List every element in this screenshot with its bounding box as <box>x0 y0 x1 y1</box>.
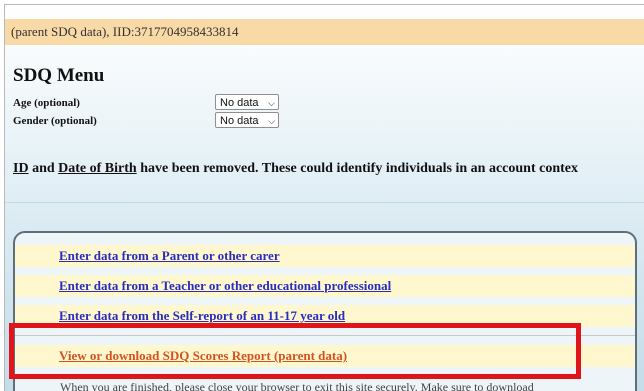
notice-dob: Date of Birth <box>58 161 137 176</box>
privacy-notice: ID and Date of Birth have been removed. … <box>13 161 578 177</box>
menu-row-teacher: Enter data from a Teacher or other educa… <box>15 275 635 297</box>
chevron-down-icon: ⌵ <box>268 98 275 108</box>
gender-select-value: No data <box>220 115 259 127</box>
menu-row-parent: Enter data from a Parent or other carer <box>15 245 635 267</box>
notice-id: ID <box>13 161 29 176</box>
highlight-box <box>9 323 581 379</box>
banner-text: (parent SDQ data), IID:3717704958433814 <box>11 24 239 39</box>
self-report-link[interactable]: Enter data from the Self-report of an 11… <box>59 308 345 324</box>
teacher-data-link[interactable]: Enter data from a Teacher or other educa… <box>59 278 391 294</box>
record-banner: (parent SDQ data), IID:3717704958433814 <box>5 19 644 45</box>
age-select-value: No data <box>220 97 259 109</box>
divider <box>5 202 644 203</box>
age-label: Age (optional) <box>13 97 80 109</box>
gender-select[interactable]: No data ⌵ <box>215 112 279 128</box>
browser-content: (parent SDQ data), IID:3717704958433814 … <box>4 4 644 391</box>
notice-and: and <box>28 161 59 176</box>
parent-data-link[interactable]: Enter data from a Parent or other carer <box>59 248 280 264</box>
footer-instructions: When you are finished, please close your… <box>60 380 534 391</box>
chevron-down-icon: ⌵ <box>268 116 275 126</box>
page-title: SDQ Menu <box>13 65 105 86</box>
age-select[interactable]: No data ⌵ <box>215 94 279 110</box>
notice-rest: have been removed. These could identify … <box>136 161 578 176</box>
gender-label: Gender (optional) <box>13 115 97 127</box>
